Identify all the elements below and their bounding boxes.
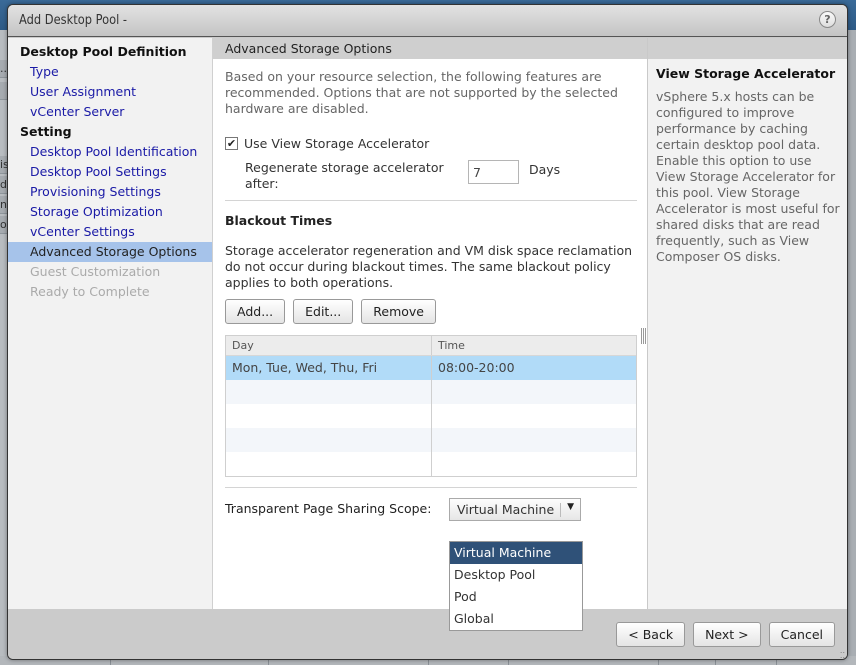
edit-blackout-button[interactable]: Edit... xyxy=(293,299,354,324)
tps-scope-value: Virtual Machine xyxy=(457,502,555,517)
cell-time xyxy=(432,452,636,476)
blackout-times-title: Blackout Times xyxy=(225,213,333,228)
divider xyxy=(225,200,637,201)
cell-time: 08:00-20:00 xyxy=(438,360,515,375)
nav-item-storage-optimization[interactable]: Storage Optimization xyxy=(8,202,212,222)
nav-item-vcenter-settings[interactable]: vCenter Settings xyxy=(8,222,212,242)
dialog-title: Add Desktop Pool - xyxy=(19,13,128,28)
chevron-down-icon[interactable]: ▼ xyxy=(567,502,574,512)
nav-item-desktop-pool-identification[interactable]: Desktop Pool Identification xyxy=(8,142,212,162)
cell-day xyxy=(226,428,432,452)
table-row[interactable]: Mon, Tue, Wed, Thu, Fri 08:00-20:00 xyxy=(226,356,636,380)
next-button[interactable]: Next > xyxy=(693,622,761,647)
column-header-time[interactable]: Time xyxy=(432,336,636,355)
table-row[interactable] xyxy=(226,452,636,476)
blackout-description: Storage accelerator regeneration and VM … xyxy=(225,243,633,290)
nav-item-vcenter-server[interactable]: vCenter Server xyxy=(8,102,212,122)
cancel-button[interactable]: Cancel xyxy=(768,622,835,647)
wizard-nav: Desktop Pool Definition Type User Assign… xyxy=(8,38,213,609)
resize-grip-icon[interactable]: ⁚⁚ xyxy=(840,652,845,660)
cell-day xyxy=(226,404,432,428)
help-text: vSphere 5.x hosts can be configured to i… xyxy=(656,89,840,264)
regenerate-days-input[interactable] xyxy=(468,160,519,184)
nav-group-desktop-pool-definition: Desktop Pool Definition xyxy=(20,44,187,59)
days-unit-label: Days xyxy=(529,162,561,177)
cell-time xyxy=(432,380,636,404)
main-panel: Advanced Storage Options Based on your r… xyxy=(213,38,647,609)
help-panel-header xyxy=(648,38,847,59)
help-icon[interactable]: ? xyxy=(819,11,836,28)
nav-item-desktop-pool-settings[interactable]: Desktop Pool Settings xyxy=(8,162,212,182)
use-accelerator-label[interactable]: Use View Storage Accelerator xyxy=(244,136,429,151)
help-panel: View Storage Accelerator vSphere 5.x hos… xyxy=(647,38,847,609)
back-button[interactable]: < Back xyxy=(616,622,686,647)
cell-time xyxy=(432,428,636,452)
tps-scope-select[interactable]: Virtual Machine ▼ xyxy=(449,498,581,521)
column-header-day[interactable]: Day xyxy=(226,336,432,355)
nav-item-provisioning-settings[interactable]: Provisioning Settings xyxy=(8,182,212,202)
use-accelerator-row: ✔ Use View Storage Accelerator xyxy=(225,134,637,152)
page-title: Advanced Storage Options xyxy=(213,38,647,59)
dialog-footer: < Back Next > Cancel ⁚⁚ xyxy=(8,609,847,660)
nav-item-user-assignment[interactable]: User Assignment xyxy=(8,82,212,102)
table-row[interactable] xyxy=(226,428,636,452)
dropdown-option-pod[interactable]: Pod xyxy=(450,586,582,608)
nav-item-ready-to-complete: Ready to Complete xyxy=(30,284,150,299)
cell-day xyxy=(226,380,432,404)
blackout-table: Day Time Mon, Tue, Wed, Thu, Fri 08:00-2… xyxy=(225,335,637,477)
regenerate-label: Regenerate storage accelerator after: xyxy=(245,160,444,191)
dialog-titlebar[interactable]: Add Desktop Pool - ? xyxy=(8,5,847,37)
table-header: Day Time xyxy=(226,336,636,356)
dropdown-option-global[interactable]: Global xyxy=(450,608,582,630)
nav-group-setting: Setting xyxy=(20,124,72,139)
help-title: View Storage Accelerator xyxy=(656,66,836,81)
table-row[interactable] xyxy=(226,404,636,428)
table-row[interactable] xyxy=(226,380,636,404)
add-desktop-pool-dialog: Add Desktop Pool - ? Desktop Pool Defini… xyxy=(7,4,848,660)
regenerate-row: Regenerate storage accelerator after: Da… xyxy=(225,156,637,194)
nav-item-advanced-storage-options[interactable]: Advanced Storage Options xyxy=(8,242,212,262)
nav-item-guest-customization: Guest Customization xyxy=(30,264,161,279)
cell-day xyxy=(226,452,432,476)
blackout-buttons: Add... Edit... Remove xyxy=(225,299,637,325)
add-blackout-button[interactable]: Add... xyxy=(225,299,286,324)
use-accelerator-checkbox[interactable]: ✔ xyxy=(225,136,238,150)
remove-blackout-button[interactable]: Remove xyxy=(361,299,436,324)
cell-time xyxy=(432,404,636,428)
tps-scope-dropdown-list: Virtual Machine Desktop Pool Pod Global xyxy=(449,541,583,631)
select-separator xyxy=(560,503,561,517)
dropdown-option-virtual-machine[interactable]: Virtual Machine xyxy=(450,542,582,564)
nav-item-type[interactable]: Type xyxy=(8,62,212,82)
tps-scope-label: Transparent Page Sharing Scope: xyxy=(225,501,432,516)
tps-scope-row: Transparent Page Sharing Scope: Virtual … xyxy=(225,488,637,526)
dropdown-option-desktop-pool[interactable]: Desktop Pool xyxy=(450,564,582,586)
intro-text: Based on your resource selection, the fo… xyxy=(225,69,618,116)
cell-day: Mon, Tue, Wed, Thu, Fri xyxy=(226,356,432,380)
